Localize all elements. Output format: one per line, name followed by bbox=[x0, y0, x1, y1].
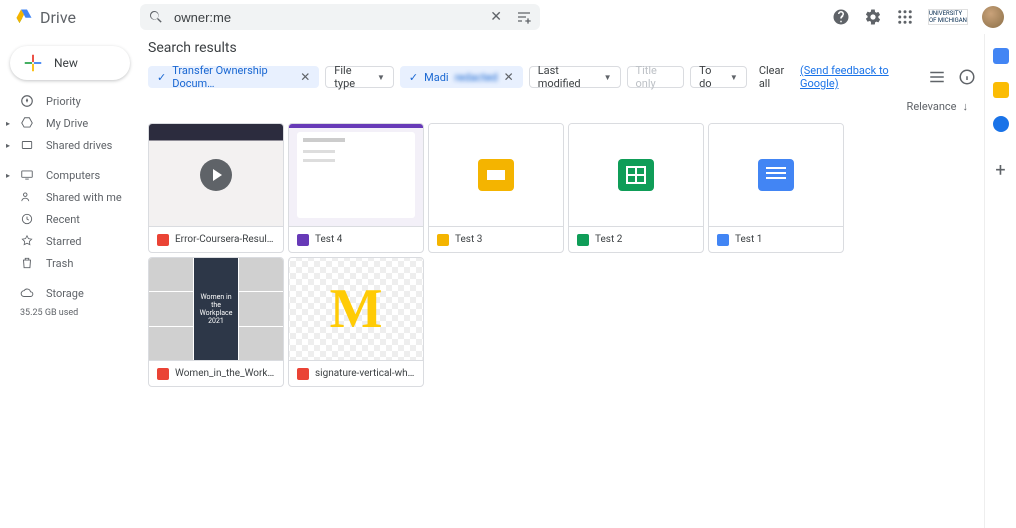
file-card[interactable]: Test 3 bbox=[428, 123, 564, 253]
settings-icon[interactable] bbox=[864, 8, 882, 26]
sidebar-item-priority[interactable]: Priority bbox=[0, 90, 140, 112]
sidebar-item-computers[interactable]: ▸ Computers bbox=[0, 164, 140, 186]
search-icon bbox=[148, 9, 164, 25]
filter-chips-row: ✓ Transfer Ownership Docum… ✕ File type … bbox=[148, 64, 976, 90]
docs-file-icon bbox=[717, 234, 729, 246]
chip-todo[interactable]: To do ▼ bbox=[690, 66, 747, 88]
file-grid: Error-Coursera-Results.we… Test 4 Test 3… bbox=[148, 123, 976, 387]
sidebar-item-recent[interactable]: Recent bbox=[0, 208, 140, 230]
star-icon bbox=[20, 234, 34, 248]
check-icon: ✓ bbox=[409, 71, 418, 84]
sheets-thumb-icon bbox=[618, 159, 654, 191]
clear-search-icon[interactable]: ✕ bbox=[486, 9, 506, 25]
cloud-icon bbox=[20, 286, 34, 300]
file-card[interactable]: M signature-vertical-white.png bbox=[288, 257, 424, 387]
storage-used: 35.25 GB used bbox=[0, 308, 140, 318]
file-card[interactable]: Test 2 bbox=[568, 123, 704, 253]
file-card[interactable]: Test 1 bbox=[708, 123, 844, 253]
docs-thumb-icon bbox=[758, 159, 794, 191]
list-view-icon[interactable] bbox=[928, 68, 946, 86]
priority-icon bbox=[20, 94, 34, 108]
chevron-down-icon: ▼ bbox=[730, 73, 738, 82]
chip-person[interactable]: ✓ Madi redacted ✕ bbox=[400, 66, 523, 88]
add-addon-icon[interactable]: + bbox=[995, 160, 1005, 181]
feedback-link[interactable]: (Send feedback to Google) bbox=[800, 64, 916, 90]
clear-all-button[interactable]: Clear all bbox=[759, 64, 794, 90]
drive-logo-icon bbox=[14, 8, 34, 26]
search-input[interactable] bbox=[174, 10, 476, 25]
chevron-down-icon: ▼ bbox=[377, 73, 385, 82]
clock-icon bbox=[20, 212, 34, 226]
file-card[interactable]: Error-Coursera-Results.we… bbox=[148, 123, 284, 253]
keep-addon-icon[interactable] bbox=[993, 82, 1009, 98]
sheets-file-icon bbox=[577, 234, 589, 246]
michigan-m-icon: M bbox=[330, 277, 383, 341]
arrow-down-icon: ↓ bbox=[963, 100, 969, 113]
remove-chip-icon[interactable]: ✕ bbox=[300, 70, 310, 84]
help-icon[interactable] bbox=[832, 8, 850, 26]
shared-drives-icon bbox=[20, 138, 34, 152]
forms-file-icon bbox=[297, 234, 309, 246]
search-bar[interactable]: ✕ bbox=[140, 4, 540, 30]
chip-title-only[interactable]: Title only bbox=[627, 66, 685, 88]
main-content: Search results ✓ Transfer Ownership Docu… bbox=[140, 34, 984, 528]
apps-icon[interactable] bbox=[896, 8, 914, 26]
caret-icon: ▸ bbox=[6, 119, 10, 128]
app-name: Drive bbox=[40, 8, 76, 27]
file-card[interactable]: Test 4 bbox=[288, 123, 424, 253]
sidebar-item-shared-drives[interactable]: ▸ Shared drives bbox=[0, 134, 140, 156]
sidebar: New Priority ▸ My Drive ▸ Shared drives … bbox=[0, 34, 140, 528]
people-icon bbox=[20, 190, 34, 204]
pdf-file-icon bbox=[157, 368, 169, 380]
play-icon bbox=[200, 159, 232, 191]
sidebar-item-trash[interactable]: Trash bbox=[0, 252, 140, 274]
caret-icon: ▸ bbox=[6, 141, 10, 150]
chip-last-modified[interactable]: Last modified ▼ bbox=[529, 66, 621, 88]
sort-control[interactable]: Relevance ↓ bbox=[148, 100, 976, 113]
chip-transfer-ownership[interactable]: ✓ Transfer Ownership Docum… ✕ bbox=[148, 66, 319, 88]
file-card[interactable]: Women in the Workplace 2021 Women_in_the… bbox=[148, 257, 284, 387]
drive-icon bbox=[20, 116, 34, 130]
drive-logo[interactable]: Drive bbox=[8, 8, 140, 27]
new-button[interactable]: New bbox=[10, 46, 130, 80]
tasks-addon-icon[interactable] bbox=[993, 116, 1009, 132]
slides-file-icon bbox=[437, 234, 449, 246]
info-icon[interactable] bbox=[958, 68, 976, 86]
remove-chip-icon[interactable]: ✕ bbox=[504, 70, 514, 84]
plus-icon bbox=[22, 52, 44, 74]
side-panel: + bbox=[984, 34, 1016, 528]
check-icon: ✓ bbox=[157, 71, 166, 84]
computer-icon bbox=[20, 168, 34, 182]
sidebar-item-shared-with-me[interactable]: Shared with me bbox=[0, 186, 140, 208]
image-file-icon bbox=[297, 368, 309, 380]
search-options-icon[interactable] bbox=[516, 9, 532, 25]
sidebar-item-starred[interactable]: Starred bbox=[0, 230, 140, 252]
chip-file-type[interactable]: File type ▼ bbox=[325, 66, 394, 88]
sidebar-item-my-drive[interactable]: ▸ My Drive bbox=[0, 112, 140, 134]
sidebar-item-storage[interactable]: Storage bbox=[0, 282, 140, 304]
chevron-down-icon: ▼ bbox=[604, 73, 612, 82]
calendar-addon-icon[interactable] bbox=[993, 48, 1009, 64]
slides-thumb-icon bbox=[478, 159, 514, 191]
trash-icon bbox=[20, 256, 34, 270]
org-logo: UNIVERSITY OF MICHIGAN bbox=[928, 9, 968, 25]
page-title: Search results bbox=[148, 40, 976, 56]
video-file-icon bbox=[157, 234, 169, 246]
caret-icon: ▸ bbox=[6, 171, 10, 180]
account-avatar[interactable] bbox=[982, 6, 1004, 28]
